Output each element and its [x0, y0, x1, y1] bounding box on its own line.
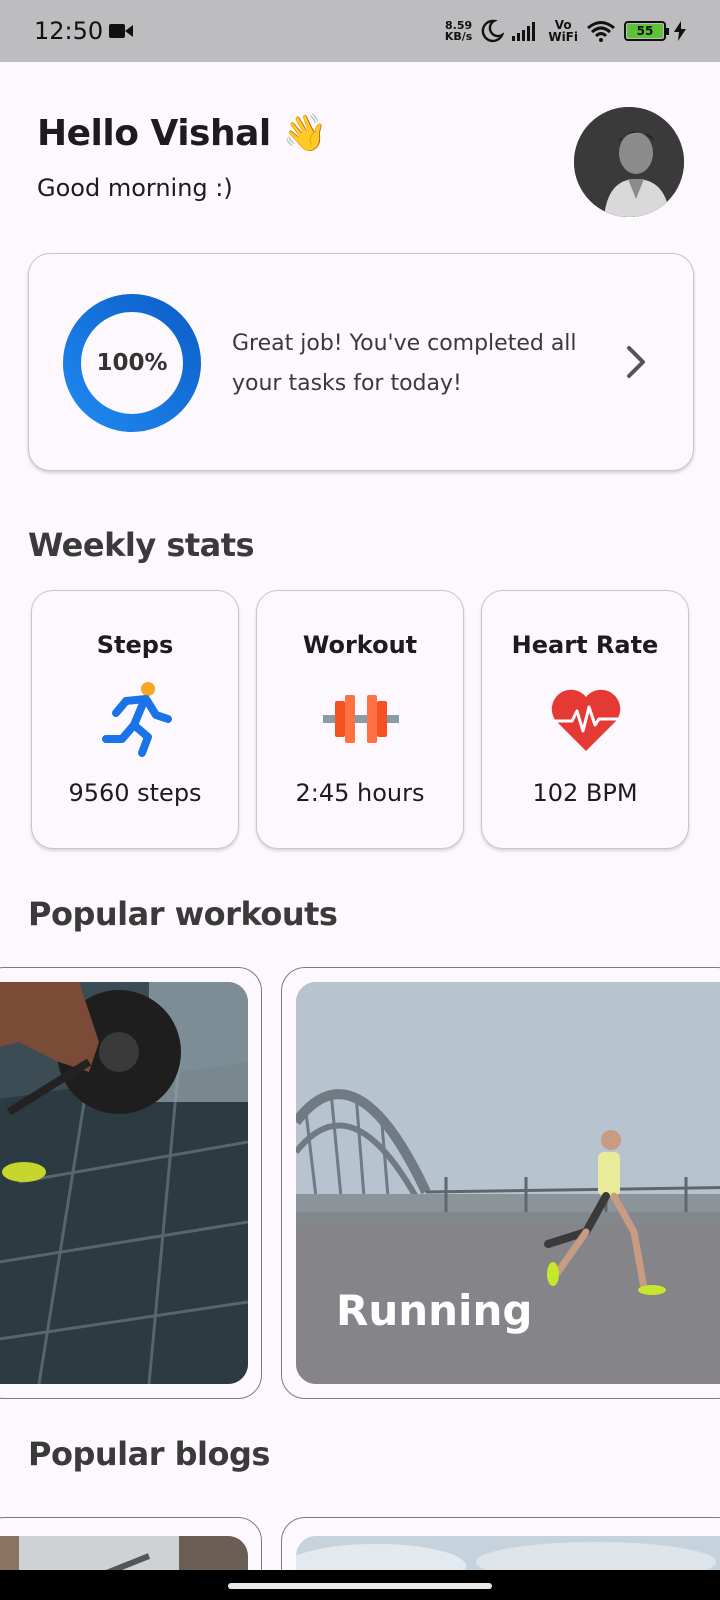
popular-workouts-title: Popular workouts [28, 895, 338, 933]
weightlifting-photo [0, 982, 248, 1384]
stat-card-workout[interactable]: Workout 2:45 hours [256, 590, 464, 849]
stat-value: 102 BPM [532, 779, 638, 807]
charging-bolt-icon [674, 21, 686, 41]
avatar[interactable] [574, 107, 684, 217]
wifi-icon [587, 21, 615, 42]
status-icons: 8.59 KB/s Vo WiFi 55 [445, 19, 686, 43]
stat-title: Workout [302, 631, 418, 659]
status-time: 12:50 [34, 17, 134, 45]
workout-label: Running [336, 1286, 533, 1335]
home-indicator[interactable] [228, 1583, 492, 1589]
progress-message: Great job! You've completed all your tas… [232, 331, 577, 396]
moon-icon [482, 19, 505, 43]
system-navigation-bar [0, 1570, 720, 1600]
stat-value: 9560 steps [68, 779, 202, 807]
running-icon [102, 682, 172, 757]
dumbbell-icon [323, 695, 399, 743]
workout-card-running[interactable]: Running [281, 967, 720, 1399]
network-speed-unit: KB/s [444, 30, 473, 43]
stat-card-heart-rate[interactable]: Heart Rate 102 BPM [481, 590, 689, 849]
stat-title: Heart Rate [511, 631, 659, 659]
popular-blogs-title: Popular blogs [28, 1435, 270, 1473]
weekly-stats-title: Weekly stats [28, 526, 255, 564]
progress-percent: 100% [96, 350, 168, 376]
daily-progress-card[interactable]: 100% Great job! You've completed all you… [28, 253, 694, 471]
battery-level: 55 [627, 24, 663, 38]
vowifi-indicator: Vo WiFi [548, 19, 578, 43]
signal-icon [512, 22, 536, 41]
battery-icon: 55 [624, 21, 669, 41]
stat-title: Steps [96, 631, 174, 659]
greeting-block: Hello Vishal 👋 Good morning :) [37, 112, 328, 202]
clock-text: 12:50 [34, 17, 104, 45]
profile-photo [574, 107, 684, 217]
stat-card-steps[interactable]: Steps 9560 steps [31, 590, 239, 849]
chevron-right-icon[interactable] [619, 342, 653, 382]
greeting-subtitle: Good morning :) [37, 174, 233, 202]
heart-rate-icon [551, 689, 621, 751]
stat-value: 2:45 hours [295, 779, 425, 807]
status-bar: 12:50 8.59 KB/s Vo WiFi 55 [0, 0, 720, 62]
workout-image [0, 982, 248, 1384]
workout-card-weightlifting[interactable] [0, 967, 262, 1399]
greeting-title: Hello Vishal 👋 [37, 113, 328, 154]
vowifi-bottom: WiFi [548, 30, 578, 44]
network-speed: 8.59 KB/s [445, 20, 472, 42]
video-camera-icon [109, 24, 134, 38]
